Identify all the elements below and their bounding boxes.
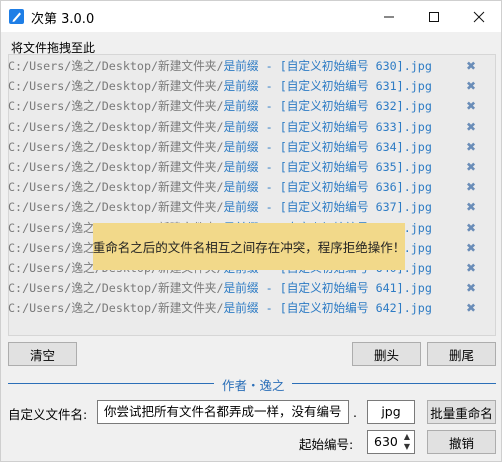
- minimize-icon[interactable]: [366, 1, 411, 32]
- file-list-item[interactable]: C:/Users/逸之/Desktop/新建文件夹/是前缀 - [自定义初始编号…: [8, 117, 476, 137]
- chevron-up-icon[interactable]: ▲: [402, 432, 412, 442]
- extension-dot: .: [353, 405, 357, 420]
- start-number-stepper[interactable]: 630 ▲ ▼: [367, 430, 415, 454]
- file-original-path: C:/Users/逸之/Desktop/新建文件夹/: [8, 200, 224, 215]
- file-list-item[interactable]: C:/Users/逸之/Desktop/新建文件夹/是前缀 - [自定义初始编号…: [8, 157, 476, 177]
- file-list-item[interactable]: C:/Users/逸之/Desktop/新建文件夹/是前缀 - [自定义初始编号…: [8, 278, 476, 298]
- remove-file-icon[interactable]: ✖: [466, 258, 476, 278]
- remove-file-icon[interactable]: ✖: [466, 197, 476, 217]
- clear-button[interactable]: 清空: [8, 342, 77, 366]
- custom-name-label: 自定义文件名:: [8, 407, 88, 422]
- conflict-warning-toast: 重命名之后的文件名相互之间存在冲突，程序拒绝操作！: [93, 223, 405, 270]
- file-new-name: 是前缀 - [自定义初始编号 636].jpg: [223, 180, 432, 195]
- trim-tail-button[interactable]: 删尾: [427, 342, 496, 366]
- file-list-item[interactable]: C:/Users/逸之/Desktop/新建文件夹/是前缀 - [自定义初始编号…: [8, 76, 476, 96]
- remove-file-icon[interactable]: ✖: [466, 76, 476, 96]
- batch-rename-button[interactable]: 批量重命名: [427, 400, 496, 424]
- file-new-name: 是前缀 - [自定义初始编号 641].jpg: [223, 281, 432, 296]
- separator-left: [8, 383, 214, 384]
- extension-input[interactable]: jpg: [367, 400, 415, 424]
- remove-file-icon[interactable]: ✖: [466, 56, 476, 76]
- trim-head-button[interactable]: 删头: [352, 342, 421, 366]
- file-new-name: 是前缀 - [自定义初始编号 642].jpg: [223, 301, 432, 316]
- file-original-path: C:/Users/逸之/Desktop/新建文件夹/: [8, 180, 224, 195]
- file-new-name: 是前缀 - [自定义初始编号 637].jpg: [223, 200, 432, 215]
- file-new-name: 是前缀 - [自定义初始编号 631].jpg: [223, 79, 432, 94]
- file-original-path: C:/Users/逸之/Desktop/新建文件夹/: [8, 281, 224, 296]
- start-number-label: 起始编号:: [299, 437, 354, 452]
- chevron-down-icon[interactable]: ▼: [402, 442, 412, 452]
- remove-file-icon[interactable]: ✖: [466, 157, 476, 177]
- file-list-item[interactable]: C:/Users/逸之/Desktop/新建文件夹/是前缀 - [自定义初始编号…: [8, 56, 476, 76]
- window-title: 次第 3.0.0: [31, 12, 95, 27]
- undo-button[interactable]: 撤销: [427, 430, 496, 454]
- file-original-path: C:/Users/逸之/Desktop/新建文件夹/: [8, 119, 224, 134]
- author-label: 作者・逸之: [222, 378, 285, 393]
- file-new-name: 是前缀 - [自定义初始编号 630].jpg: [223, 59, 432, 73]
- custom-name-input[interactable]: 你尝试把所有文件名都弄成一样，没有编号: [97, 400, 349, 424]
- app-window: 次第 3.0.0 将文件拖拽至此 C:/Users/逸之/Desktop/新建文…: [0, 0, 502, 462]
- separator-right: [292, 383, 496, 384]
- remove-file-icon[interactable]: ✖: [466, 218, 476, 238]
- file-original-path: C:/Users/逸之/Desktop/新建文件夹/: [8, 79, 224, 94]
- remove-file-icon[interactable]: ✖: [466, 238, 476, 258]
- file-list-item[interactable]: C:/Users/逸之/Desktop/新建文件夹/是前缀 - [自定义初始编号…: [8, 177, 476, 197]
- file-new-name: 是前缀 - [自定义初始编号 635].jpg: [223, 160, 432, 174]
- title-bar: 次第 3.0.0: [1, 1, 501, 32]
- file-original-path: C:/Users/逸之/Desktop/新建文件夹/: [8, 160, 224, 174]
- file-new-name: 是前缀 - [自定义初始编号 633].jpg: [223, 119, 432, 134]
- remove-file-icon[interactable]: ✖: [466, 96, 476, 116]
- file-new-name: 是前缀 - [自定义初始编号 632].jpg: [223, 99, 432, 114]
- file-list-item[interactable]: C:/Users/逸之/Desktop/新建文件夹/是前缀 - [自定义初始编号…: [8, 96, 476, 116]
- file-list-item[interactable]: C:/Users/逸之/Desktop/新建文件夹/是前缀 - [自定义初始编号…: [8, 197, 476, 217]
- file-new-name: 是前缀 - [自定义初始编号 634].jpg: [223, 139, 432, 154]
- app-pen-icon: [9, 9, 24, 24]
- close-icon[interactable]: [456, 1, 501, 32]
- file-original-path: C:/Users/逸之/Desktop/新建文件夹/: [8, 301, 224, 316]
- file-list-item[interactable]: C:/Users/逸之/Desktop/新建文件夹/是前缀 - [自定义初始编号…: [8, 137, 476, 157]
- remove-file-icon[interactable]: ✖: [466, 177, 476, 197]
- file-original-path: C:/Users/逸之/Desktop/新建文件夹/: [8, 99, 224, 114]
- file-list-item[interactable]: C:/Users/逸之/Desktop/新建文件夹/是前缀 - [自定义初始编号…: [8, 298, 476, 318]
- file-original-path: C:/Users/逸之/Desktop/新建文件夹/: [8, 59, 224, 73]
- maximize-icon[interactable]: [411, 1, 456, 32]
- remove-file-icon[interactable]: ✖: [466, 278, 476, 298]
- remove-file-icon[interactable]: ✖: [466, 137, 476, 157]
- remove-file-icon[interactable]: ✖: [466, 117, 476, 137]
- file-original-path: C:/Users/逸之/Desktop/新建文件夹/: [8, 139, 224, 154]
- remove-file-icon[interactable]: ✖: [466, 298, 476, 318]
- start-number-value: 630: [374, 434, 398, 449]
